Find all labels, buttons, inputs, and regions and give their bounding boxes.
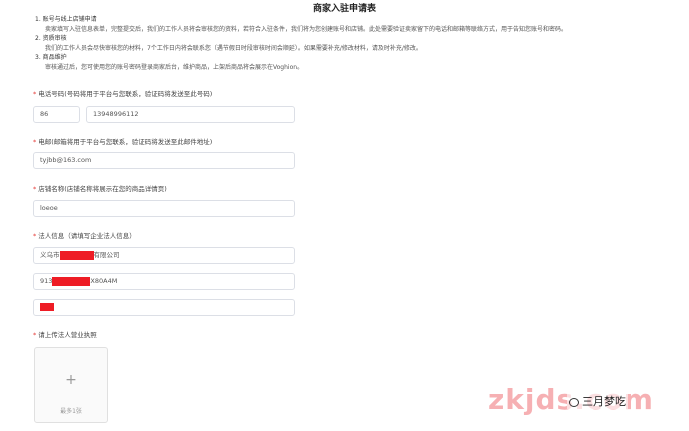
required-mark: * <box>33 331 37 339</box>
credit-code-input[interactable]: 913 X80A4M <box>33 273 295 290</box>
page-title: 商家入驻申请表 <box>312 4 376 14</box>
country-code-input[interactable]: 86 <box>33 106 80 123</box>
step-3-desc: 审核通过后，您可使用您的账号密码登录商家后台，维护商品，上架后商品将会展示在Vo… <box>45 63 304 71</box>
required-mark: * <box>33 138 37 146</box>
step-1-desc: 卖家填写入驻信息表单，完整提交后，我们的工作人员将会审核您的资料，若符合入驻条件… <box>45 25 568 33</box>
credit-code-prefix: 913 <box>40 277 53 285</box>
redaction-block <box>52 276 91 286</box>
company-name-prefix: 义乌市 <box>40 251 60 259</box>
step-2-title: 2. 资质审核 <box>35 35 67 42</box>
step-2-desc: 我们的工作人员会尽快审核您的材料，7个工作日内将会联系您（遇节假日时段审核时间会… <box>45 44 422 52</box>
legal-info-label: * 法人信息（请填写企业法人信息） <box>33 232 136 240</box>
shop-name-input[interactable]: loeoe <box>33 200 295 217</box>
required-mark: * <box>33 90 37 98</box>
company-name-input[interactable]: 义乌市 有限公司 <box>33 247 295 264</box>
redaction-block <box>59 250 94 260</box>
step-1-title: 1. 账号与线上店铺申请 <box>35 16 97 23</box>
license-upload[interactable]: + 最多1张 <box>34 347 108 423</box>
step-3-title: 3. 商品维护 <box>35 54 67 61</box>
email-input[interactable]: tyjbb@163.com <box>33 152 295 169</box>
intro-instructions: 1. 账号与线上店铺申请 卖家填写入驻信息表单，完整提交后，我们的工作人员将会审… <box>35 15 675 72</box>
email-label: * 电邮(邮箱将用于平台与您联系，验证码将发送至此邮件地址) <box>33 138 213 146</box>
chat-icon <box>569 397 579 407</box>
phone-label: * 电话号码(号码将用于平台与您联系，验证码将发送至此号码) <box>33 90 213 98</box>
required-mark: * <box>33 185 37 193</box>
company-name-suffix: 有限公司 <box>93 251 120 259</box>
credit-code-suffix: X80A4M <box>90 277 118 285</box>
required-mark: * <box>33 232 37 240</box>
license-label: * 请上传法人营业执照 <box>33 331 97 339</box>
upload-hint: 最多1张 <box>60 408 82 415</box>
phone-input[interactable]: 13948996112 <box>86 106 295 123</box>
watermark-author: 三月梦吃 <box>567 393 628 409</box>
plus-icon: + <box>65 372 77 388</box>
shop-name-label: * 店铺名称(店铺名称将展示在您的商品详情页) <box>33 185 167 193</box>
legal-person-input[interactable] <box>33 299 295 316</box>
redaction-block <box>40 303 54 311</box>
